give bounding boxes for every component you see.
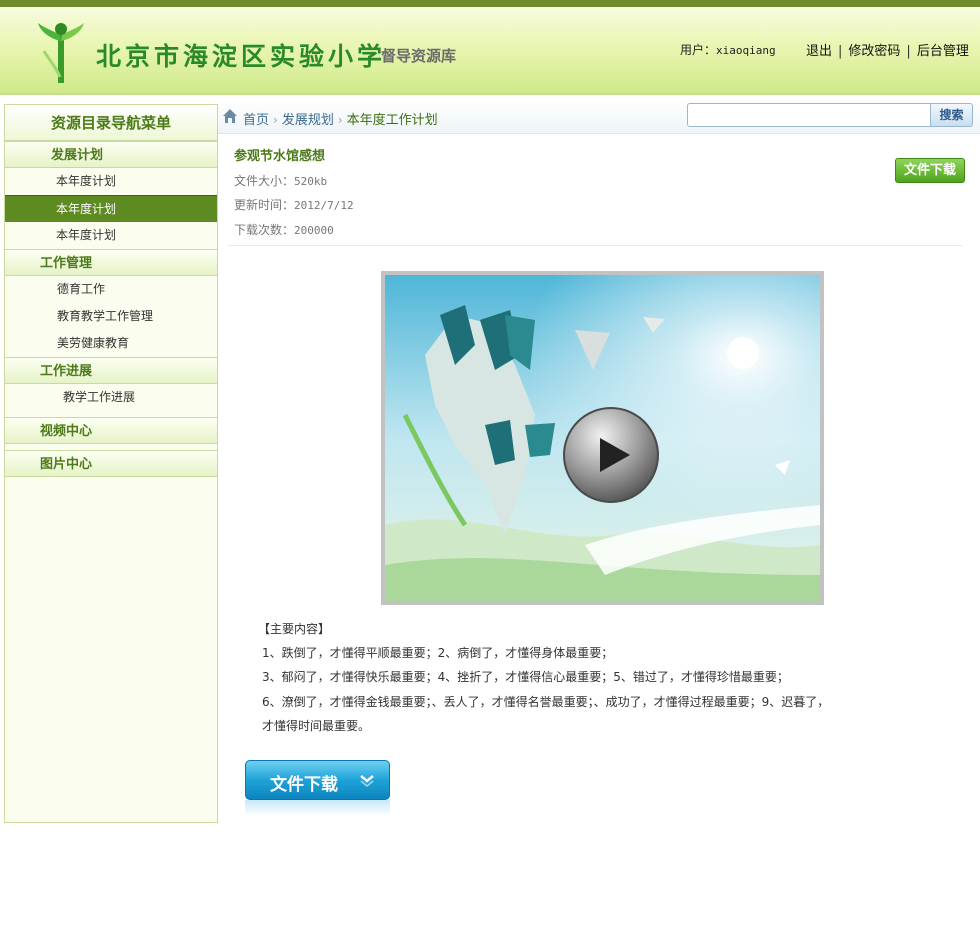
logout-link[interactable]: 退出	[806, 44, 832, 59]
file-updated: 更新时间：2012/7/12	[234, 196, 354, 213]
file-updated-label: 更新时间：	[234, 198, 295, 212]
sidebar-category-work-management[interactable]: 工作管理	[5, 249, 217, 276]
content-heading: 【主要内容】	[258, 622, 331, 636]
separator: |	[906, 44, 911, 59]
breadcrumb-current: 本年度工作计划	[346, 113, 438, 128]
sidebar-category-work-progress[interactable]: 工作进展	[5, 357, 217, 384]
page-header: 北京市海淀区实验小学 督导资源库 用户：xiaoqiang 退出 | 修改密码 | 后台…	[0, 7, 980, 95]
sidebar: 资源目录导航菜单 发展计划 本年度计划 本年度计划 本年度计划 工作管理 德育工…	[4, 104, 218, 823]
file-size: 文件大小：520kb	[234, 172, 327, 189]
breadcrumb-development-plan[interactable]: 发展规划	[282, 113, 334, 128]
file-downloads-value: 200000	[294, 224, 334, 237]
sidebar-title: 资源目录导航菜单	[5, 105, 217, 141]
file-downloads-label: 下载次数：	[234, 223, 295, 237]
file-updated-value: 2012/7/12	[294, 199, 354, 212]
file-size-label: 文件大小：	[234, 174, 295, 188]
site-subtitle: 督导资源库	[381, 47, 457, 65]
sidebar-category-image-center[interactable]: 图片中心	[5, 450, 217, 477]
sidebar-category-development[interactable]: 发展计划	[5, 141, 217, 168]
sidebar-item-annual-plan[interactable]: 本年度计划	[5, 168, 217, 195]
sidebar-item-arts-health[interactable]: 美劳健康教育	[5, 330, 217, 357]
user-info: 用户：xiaoqiang	[680, 41, 776, 58]
sidebar-item-teaching-management[interactable]: 教育教学工作管理	[5, 303, 217, 330]
chevron-down-icon	[360, 775, 374, 787]
chevron-right-icon: ›	[273, 113, 278, 127]
user-label: 用户：	[680, 43, 717, 57]
chevron-right-icon: ›	[337, 113, 343, 127]
top-accent-bar	[0, 0, 980, 7]
content-line: 3、郁闷了，才懂得快乐最重要；4、挫折了，才懂得信心最重要；5、错过了，才懂得珍…	[262, 670, 789, 684]
file-size-value: 520kb	[294, 175, 328, 188]
breadcrumb: 首页 › 发展规划 › 本年度工作计划	[243, 109, 438, 128]
breadcrumb-home[interactable]: 首页	[243, 113, 269, 128]
content-line: 才懂得时间最重要。	[262, 719, 371, 733]
content-line: 1、跌倒了，才懂得平顺最重要；2、病倒了，才懂得身体最重要；	[262, 646, 614, 660]
username: xiaoqiang	[716, 44, 776, 57]
change-password-link[interactable]: 修改密码	[848, 44, 900, 59]
sidebar-item-teaching-progress[interactable]: 教学工作进展	[5, 384, 217, 411]
sidebar-item-annual-plan[interactable]: 本年度计划	[5, 222, 217, 249]
admin-link[interactable]: 后台管理	[917, 44, 969, 59]
sidebar-item-moral-education[interactable]: 德育工作	[5, 276, 217, 303]
download-button-small[interactable]: 文件下载	[895, 158, 965, 183]
sidebar-item-annual-plan-active[interactable]: 本年度计划	[5, 195, 217, 222]
breadcrumb-bar: 首页 › 发展规划 › 本年度工作计划 搜索	[218, 100, 980, 134]
download-button[interactable]: 文件下载	[245, 760, 390, 800]
school-name: 北京市海淀区实验小学	[96, 42, 387, 71]
top-links: 退出 | 修改密码 | 后台管理	[806, 40, 969, 59]
sidebar-category-video-center[interactable]: 视频中心	[5, 417, 217, 444]
search-button[interactable]: 搜索	[930, 103, 973, 127]
divider	[228, 245, 962, 246]
download-button-label: 文件下载	[270, 775, 338, 795]
download-button-reflection	[245, 800, 390, 816]
play-icon[interactable]	[562, 406, 660, 504]
file-downloads: 下载次数：200000	[234, 221, 334, 238]
home-icon[interactable]	[222, 108, 238, 124]
school-logo-icon	[38, 23, 84, 83]
content-line: 6、潦倒了，才懂得金钱最重要；、丢人了，才懂得名誉最重要；、成功了，才懂得过程最…	[262, 695, 830, 709]
file-title: 参观节水馆感想	[234, 149, 326, 164]
search-input[interactable]	[687, 103, 931, 127]
separator: |	[838, 44, 843, 59]
